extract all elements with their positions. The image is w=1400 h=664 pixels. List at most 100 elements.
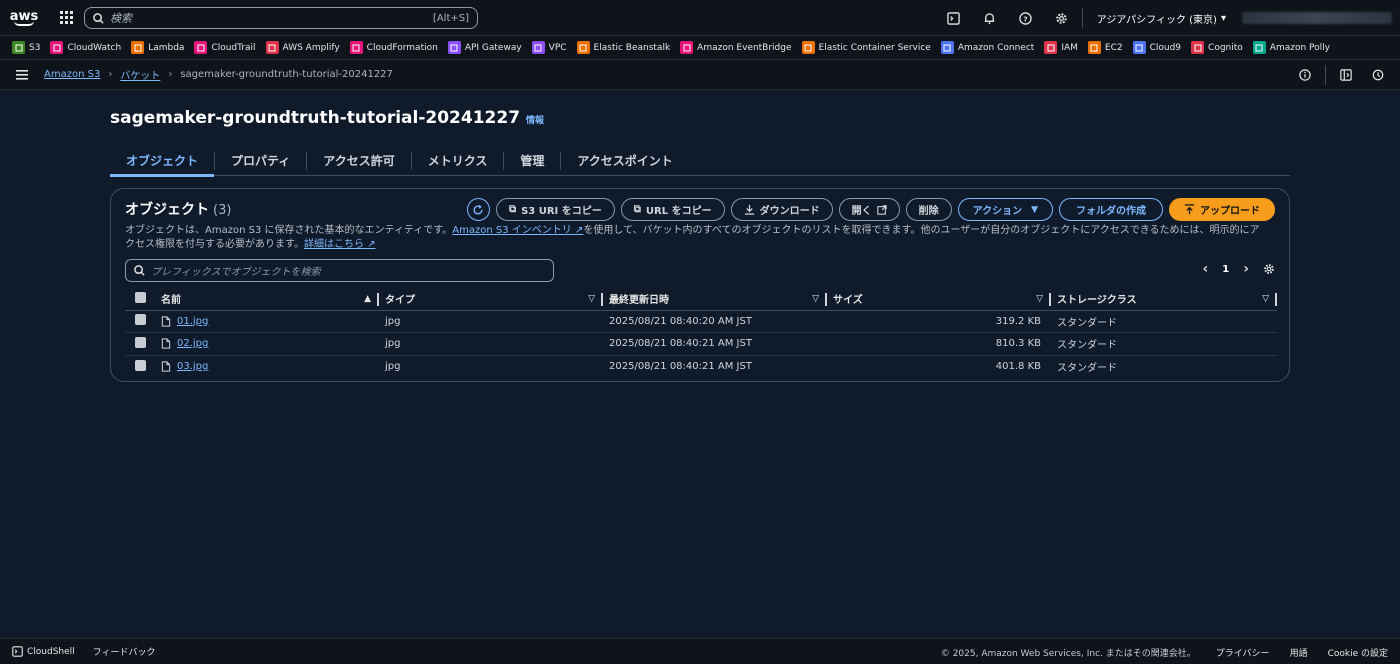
notifications-bell-icon[interactable] — [972, 0, 1008, 36]
modified-cell: 2025/08/21 08:40:21 AM JST — [603, 332, 827, 356]
service-icon — [131, 41, 145, 54]
table-row[interactable]: 02.jpg jpg 2025/08/21 08:40:21 AM JST 810.3… — [125, 332, 1277, 356]
storage-class-cell: スタンダード — [1051, 332, 1277, 356]
favorite-elastic-beanstalk[interactable]: Elastic Beanstalk — [576, 41, 670, 54]
menu-hamburger-icon[interactable] — [0, 69, 44, 80]
favorite-label: S3 — [29, 42, 41, 53]
actions-dropdown[interactable]: アクション ▼ — [957, 198, 1053, 221]
favorite-amazon-eventbridge[interactable]: Amazon EventBridge — [680, 41, 792, 54]
row-checkbox-cell — [125, 332, 155, 356]
delete-button[interactable]: 削除 — [905, 198, 952, 221]
learn-more-link[interactable]: 詳細はこちら ↗ — [304, 239, 376, 250]
tab-3[interactable]: メトリクス — [412, 146, 504, 176]
cookie-settings-link[interactable]: Cookie の設定 — [1328, 646, 1388, 659]
download-label: ダウンロード — [759, 206, 820, 217]
tab-2[interactable]: アクセス許可 — [307, 146, 410, 176]
copy-url-button[interactable]: ⧉ URL をコピー — [620, 198, 725, 221]
tab-0[interactable]: オブジェクト — [110, 146, 215, 177]
name-cell: 03.jpg — [155, 355, 379, 378]
favorite-iam[interactable]: IAM — [1044, 41, 1078, 54]
copy-icon: ⧉ — [633, 204, 641, 215]
column-header-modified[interactable]: 最終更新日時 ▽ — [603, 288, 827, 311]
chevron-right-icon: › — [108, 69, 113, 80]
table-preferences-gear-icon[interactable] — [1263, 263, 1275, 275]
account-menu[interactable] — [1242, 12, 1392, 24]
caret-down-icon: ▼ — [1031, 204, 1038, 215]
objects-title: オブジェクト — [125, 202, 209, 218]
favorite-vpc[interactable]: VPC — [531, 41, 567, 54]
cloudshell-icon[interactable] — [936, 0, 972, 36]
tab-1[interactable]: プロパティ — [215, 146, 306, 176]
row-checkbox[interactable] — [135, 314, 146, 326]
region-selector[interactable]: アジアパシフィック (東京) ▾ — [1085, 11, 1242, 26]
copy-s3-uri-button[interactable]: ⧉ S3 URI をコピー — [495, 198, 615, 221]
column-header-storage[interactable]: ストレージクラス ▽ — [1051, 288, 1277, 311]
sort-icon: ▽ — [1036, 293, 1043, 304]
breadcrumb-amazon-s3[interactable]: Amazon S3 — [44, 69, 100, 80]
description-text-3: クセス権限を付与する必要があります。 — [125, 239, 304, 250]
next-page-icon[interactable]: › — [1243, 261, 1249, 277]
favorite-lambda[interactable]: Lambda — [131, 41, 184, 54]
favorite-cloudwatch[interactable]: CloudWatch — [50, 41, 121, 54]
refresh-icon — [473, 204, 483, 214]
table-row[interactable]: 01.jpg jpg 2025/08/21 08:40:20 AM JST 319.2… — [125, 310, 1277, 333]
copyright-text: © 2025, Amazon Web Services, Inc. またはその関… — [940, 648, 1196, 659]
tab-4[interactable]: 管理 — [504, 146, 560, 176]
favorite-cognito[interactable]: Cognito — [1191, 41, 1243, 54]
object-search-input[interactable]: プレフィックスでオブジェクトを検索 — [125, 259, 554, 282]
column-header-type[interactable]: タイプ ▽ — [379, 288, 603, 311]
recent-history-icon[interactable] — [1364, 60, 1392, 90]
sort-ascending-icon: ▲ — [364, 293, 371, 304]
object-name-link[interactable]: 02.jpg — [177, 338, 208, 349]
delete-label: 削除 — [918, 206, 939, 217]
info-link[interactable]: 情報 — [526, 113, 544, 126]
service-icon — [50, 41, 64, 54]
favorite-label: Cloud9 — [1149, 42, 1182, 53]
settings-gear-icon[interactable] — [1044, 0, 1080, 36]
favorite-ec2[interactable]: EC2 — [1087, 41, 1123, 54]
column-header-size[interactable]: サイズ ▽ — [827, 288, 1051, 311]
object-name-link[interactable]: 03.jpg — [177, 361, 208, 372]
favorite-cloud9[interactable]: Cloud9 — [1132, 41, 1182, 54]
page-number[interactable]: 1 — [1222, 264, 1229, 275]
upload-button[interactable]: アップロード — [1169, 198, 1275, 221]
info-panel-icon[interactable] — [1291, 60, 1319, 90]
table-row[interactable]: 03.jpg jpg 2025/08/21 08:40:21 AM JST 401.8… — [125, 355, 1277, 378]
favorite-api-gateway[interactable]: API Gateway — [447, 41, 522, 54]
object-name-link[interactable]: 01.jpg — [177, 316, 208, 327]
breadcrumb-buckets[interactable]: バケット — [120, 67, 160, 82]
open-button[interactable]: 開く — [838, 198, 900, 221]
download-button[interactable]: ダウンロード — [730, 198, 833, 221]
cloudshell-footer-button[interactable]: CloudShell — [12, 646, 75, 657]
column-header-name[interactable]: 名前 ▲ — [155, 288, 379, 311]
row-checkbox[interactable] — [135, 359, 146, 371]
previous-page-icon[interactable]: ‹ — [1202, 261, 1208, 277]
cloudshell-label: CloudShell — [27, 646, 75, 657]
row-checkbox[interactable] — [135, 336, 146, 348]
size-cell: 401.8 KB — [995, 361, 1041, 372]
aws-logo[interactable]: aws — [0, 0, 48, 36]
favorite-cloudtrail[interactable]: CloudTrail — [194, 41, 256, 54]
file-icon — [161, 361, 171, 372]
favorite-cloudformation[interactable]: CloudFormation — [349, 41, 438, 54]
favorite-aws-amplify[interactable]: AWS Amplify — [265, 41, 340, 54]
side-panel-icon[interactable] — [1332, 60, 1360, 90]
favorite-amazon-polly[interactable]: Amazon Polly — [1252, 41, 1330, 54]
favorite-s3[interactable]: S3 — [12, 41, 40, 54]
create-folder-button[interactable]: フォルダの作成 — [1059, 198, 1163, 221]
global-search-input[interactable]: 検索 [Alt+S] — [84, 7, 478, 29]
refresh-button[interactable] — [466, 198, 490, 221]
select-all-checkbox[interactable] — [135, 291, 146, 303]
favorite-elastic-container-service[interactable]: Elastic Container Service — [801, 41, 931, 54]
feedback-link[interactable]: フィードバック — [93, 645, 156, 658]
help-icon[interactable]: ? — [1008, 0, 1044, 36]
privacy-link[interactable]: プライバシー — [1216, 646, 1270, 659]
terms-link[interactable]: 用語 — [1290, 646, 1308, 659]
inventory-link[interactable]: Amazon S3 インベントリ ↗ — [452, 225, 583, 236]
column-name-label: 名前 — [161, 295, 181, 307]
copy-icon: ⧉ — [508, 204, 517, 215]
tab-5[interactable]: アクセスポイント — [561, 146, 688, 176]
favorite-amazon-connect[interactable]: Amazon Connect — [940, 41, 1034, 54]
services-grid-icon[interactable] — [48, 0, 84, 36]
sort-icon: ▽ — [588, 293, 595, 304]
